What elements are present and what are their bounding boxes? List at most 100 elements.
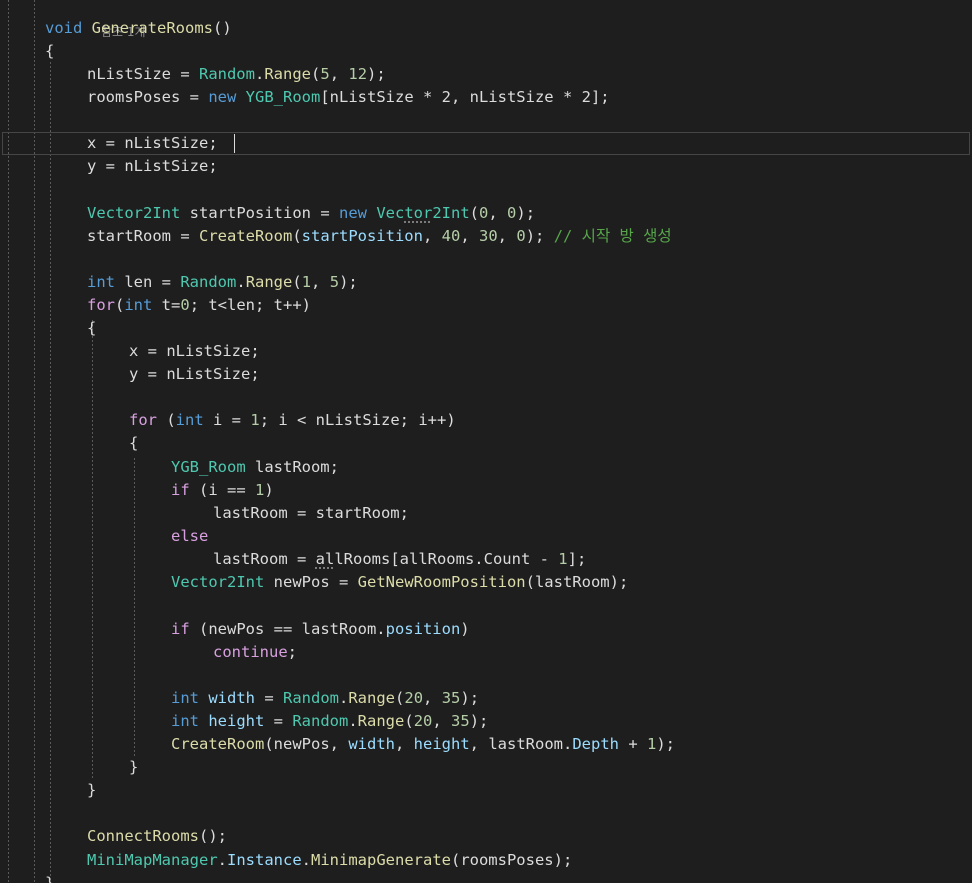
function-name: ConnectRooms (87, 827, 199, 845)
punct: . (348, 712, 358, 730)
number: 1 (255, 481, 265, 499)
text: y = nListSize; (129, 365, 260, 383)
text: i = (203, 411, 251, 429)
number: 0 (516, 227, 526, 245)
keyword: int (171, 712, 199, 730)
number: 1 (647, 735, 657, 753)
type-name: Vector2Int (171, 573, 265, 591)
comment: // 시작 방 생성 (553, 227, 672, 245)
code-line: { (129, 432, 138, 455)
text: ; t<len; t++) (189, 296, 312, 314)
variable: startPosition (189, 204, 311, 222)
punct: ); (460, 689, 480, 707)
number: 0 (507, 204, 517, 222)
control-keyword: else (171, 527, 209, 545)
code-line: MiniMapManager.Instance.MinimapGenerate(… (87, 849, 572, 872)
function-name: GetNewRoomPosition (357, 573, 526, 591)
text: nListSize = (87, 65, 199, 83)
code-line: lastRoom = startRoom; (213, 502, 409, 525)
punct: , (329, 65, 349, 83)
text: x = nListSize; (129, 342, 260, 360)
punct: ); (367, 65, 386, 83)
suggestion-dots[interactable]: tor (404, 204, 432, 222)
function-name: Range (264, 65, 311, 83)
type-name: Vector2Int (87, 204, 181, 222)
punct: ); (525, 227, 554, 245)
punct: . (217, 851, 227, 869)
code-line: { (45, 40, 54, 63)
keyword: void (45, 19, 83, 37)
number: 1 (250, 411, 260, 429)
punct: ( (292, 227, 302, 245)
method-name[interactable]: GenerateRooms (92, 19, 213, 37)
text: x = nListSize; (87, 134, 218, 152)
variable: height (413, 735, 470, 753)
punct: . (301, 851, 311, 869)
keyword: int (175, 411, 204, 429)
punct: ; (287, 643, 297, 661)
keyword: int (124, 296, 153, 314)
code-line: } (45, 872, 54, 883)
class-name: Random (283, 689, 339, 707)
brace: { (45, 42, 55, 60)
number: 35 (451, 712, 470, 730)
control-keyword: continue (213, 643, 288, 661)
punct: + (619, 735, 647, 753)
text: roomsPoses = (87, 88, 209, 106)
punct: . (254, 65, 265, 83)
number: 20 (404, 689, 424, 707)
keyword: int (171, 689, 199, 707)
code-line: int height = Random.Range(20, 35); (171, 710, 488, 733)
number: 35 (441, 689, 461, 707)
code-line: CreateRoom(newPos, width, height, lastRo… (171, 733, 675, 756)
code-line: continue; (213, 641, 297, 664)
text: startRoom = (87, 227, 199, 245)
number: 40 (441, 227, 461, 245)
control-keyword: if (171, 620, 190, 638)
punct: ); (516, 204, 536, 222)
type-name: Vec (376, 204, 405, 222)
number: 1 (558, 550, 568, 568)
brace: { (129, 434, 139, 452)
text: (roomsPoses); (450, 851, 573, 869)
punct: , (497, 227, 517, 245)
member: Instance (227, 851, 302, 869)
code-line: } (87, 779, 96, 802)
code-line: Vector2Int newPos = GetNewRoomPosition(l… (171, 571, 628, 594)
function-name: MinimapGenerate (311, 851, 451, 869)
text: (lastRoom); (525, 573, 629, 591)
text: (i == (189, 481, 255, 499)
code-line: x = nListSize; (129, 340, 260, 363)
function-name: CreateRoom (198, 227, 293, 245)
punct: () (213, 19, 232, 37)
code-line: int width = Random.Range(20, 35); (171, 687, 479, 710)
brace: } (129, 758, 139, 776)
code-editor[interactable]: 참조 1개 void GenerateRooms() { nListSize =… (0, 0, 972, 883)
punct: = (329, 573, 358, 591)
punct: ( (404, 712, 414, 730)
text: t= (152, 296, 181, 314)
text: lRooms[allRooms.Count - (334, 550, 559, 568)
member: Depth (572, 735, 619, 753)
number: 5 (320, 65, 330, 83)
text: ; i < nListSize; i++) (259, 411, 456, 429)
punct: ) (264, 481, 274, 499)
type-name: YGB_Room (171, 458, 246, 476)
punct: ( (311, 65, 321, 83)
member: position (385, 620, 461, 638)
code-line: { (87, 317, 96, 340)
punct: = (255, 689, 283, 707)
punct: ); (656, 735, 676, 753)
suggestion-dots[interactable]: al (316, 550, 335, 568)
code-line: ConnectRooms(); (87, 825, 227, 848)
variable: newPos (264, 573, 330, 591)
text-caret (234, 134, 235, 153)
control-keyword: for (87, 296, 115, 314)
punct: ); (339, 273, 358, 291)
brace: { (87, 319, 97, 337)
punct: ]; (567, 550, 587, 568)
code-line: for(int t=0; t<len; t++) (87, 294, 311, 317)
punct: (); (198, 827, 227, 845)
code-line: roomsPoses = new YGB_Room[nListSize * 2,… (87, 86, 610, 109)
brace: } (45, 874, 55, 883)
